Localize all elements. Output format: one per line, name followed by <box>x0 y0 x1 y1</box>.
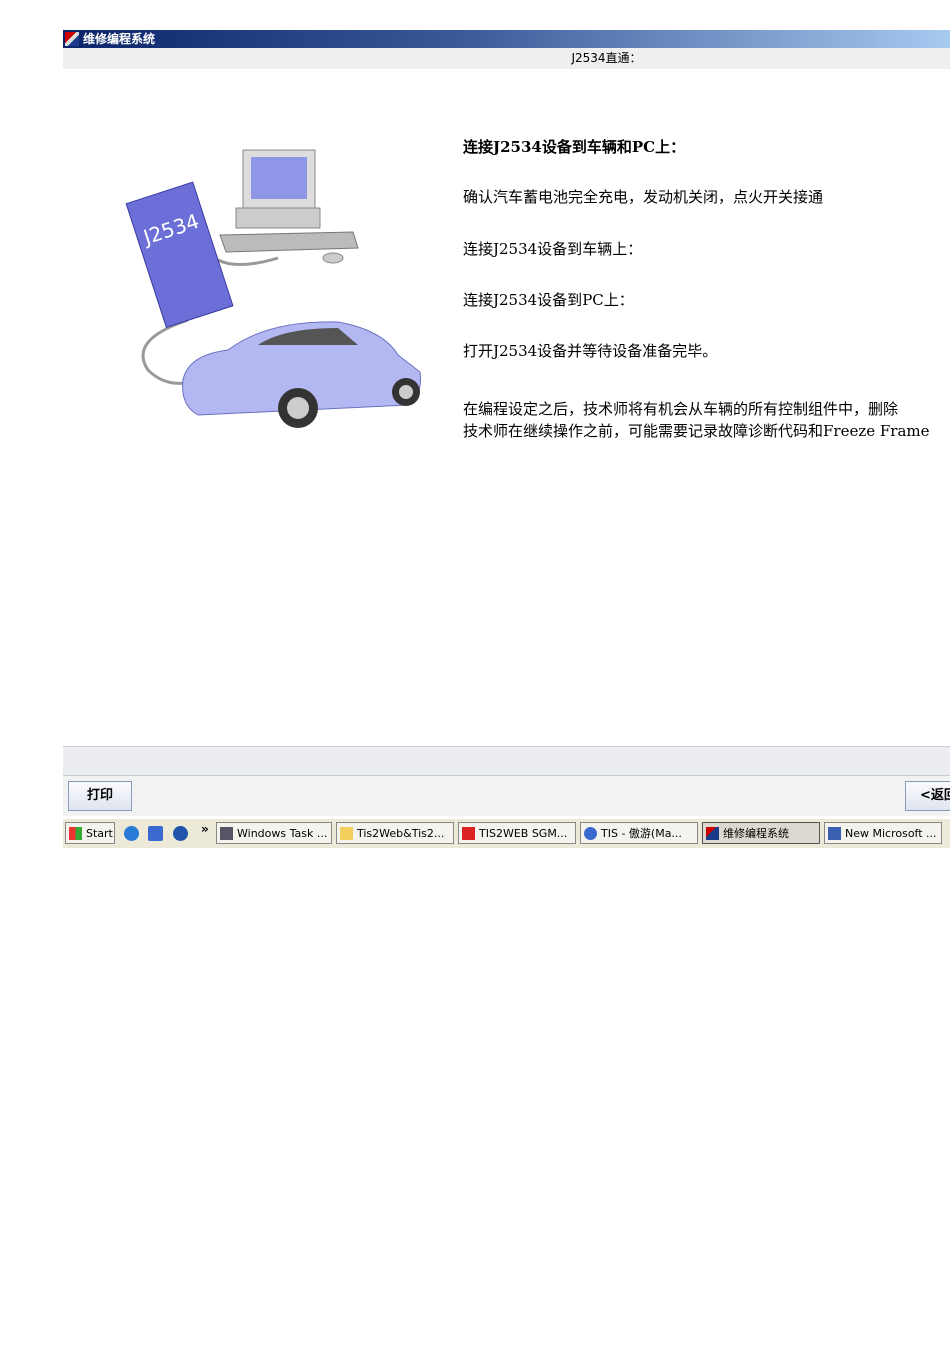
title-bar: 维修编程系统 <box>63 30 950 48</box>
note-line-2: 技术师在继续操作之前，可能需要记录故障诊断代码和Freeze Frame <box>463 422 930 440</box>
back-button[interactable]: <返回 <box>905 781 950 811</box>
taskbar-item-active[interactable]: 维修编程系统 <box>702 822 820 844</box>
status-bar <box>63 746 950 776</box>
note-line-1: 在编程设定之后，技术师将有机会从车辆的所有控制组件中，删除 <box>463 400 899 418</box>
step-1: 确认汽车蓄电池完全充电，发动机关闭，点火开关接通 <box>463 188 824 206</box>
page-subtitle: J2534直通： <box>571 51 642 65</box>
taskbar: Start » Windows Task ... Tis2Web&Tis2...… <box>63 818 950 848</box>
taskbar-item[interactable]: TIS - 傲游(Ma... <box>580 822 698 844</box>
quick-launch-chevron[interactable]: » <box>201 822 209 836</box>
word-icon <box>828 827 841 840</box>
car-image <box>182 321 421 428</box>
taskbar-item[interactable]: Windows Task ... <box>216 822 332 844</box>
taskbar-item[interactable]: New Microsoft ... <box>824 822 942 844</box>
app-icon <box>706 827 719 840</box>
monitor-icon <box>220 827 233 840</box>
windows-logo-icon <box>69 827 82 840</box>
app-window: 维修编程系统 J2534直通： J2534 连接J2534设备到车辆和PC上： … <box>63 30 950 848</box>
step-2: 连接J2534设备到车辆上： <box>463 240 643 258</box>
quick-launch-icon[interactable] <box>148 826 163 841</box>
taskbar-item[interactable]: Tis2Web&Tis2... <box>336 822 454 844</box>
step-4: 打开J2534设备并等待设备准备完毕。 <box>463 342 718 360</box>
pdf-icon <box>462 827 475 840</box>
button-bar: 打印 <返回 <box>63 776 950 816</box>
print-button[interactable]: 打印 <box>68 781 132 811</box>
page-header: J2534直通： <box>63 48 950 69</box>
taskbar-item[interactable]: TIS2WEB SGM... <box>458 822 576 844</box>
browser-icon <box>584 827 597 840</box>
window-title: 维修编程系统 <box>83 32 156 46</box>
j2534-device: J2534 <box>125 181 234 329</box>
app-icon <box>65 32 79 46</box>
start-button[interactable]: Start <box>65 822 115 844</box>
folder-icon <box>340 827 353 840</box>
computer-icon <box>219 149 359 264</box>
step-3: 连接J2534设备到PC上： <box>463 291 634 309</box>
media-player-icon[interactable] <box>173 826 188 841</box>
j2534-connection-illustration: J2534 <box>125 149 421 428</box>
instructions-heading: 连接J2534设备到车辆和PC上： <box>463 138 686 156</box>
ie-icon[interactable] <box>124 826 139 841</box>
